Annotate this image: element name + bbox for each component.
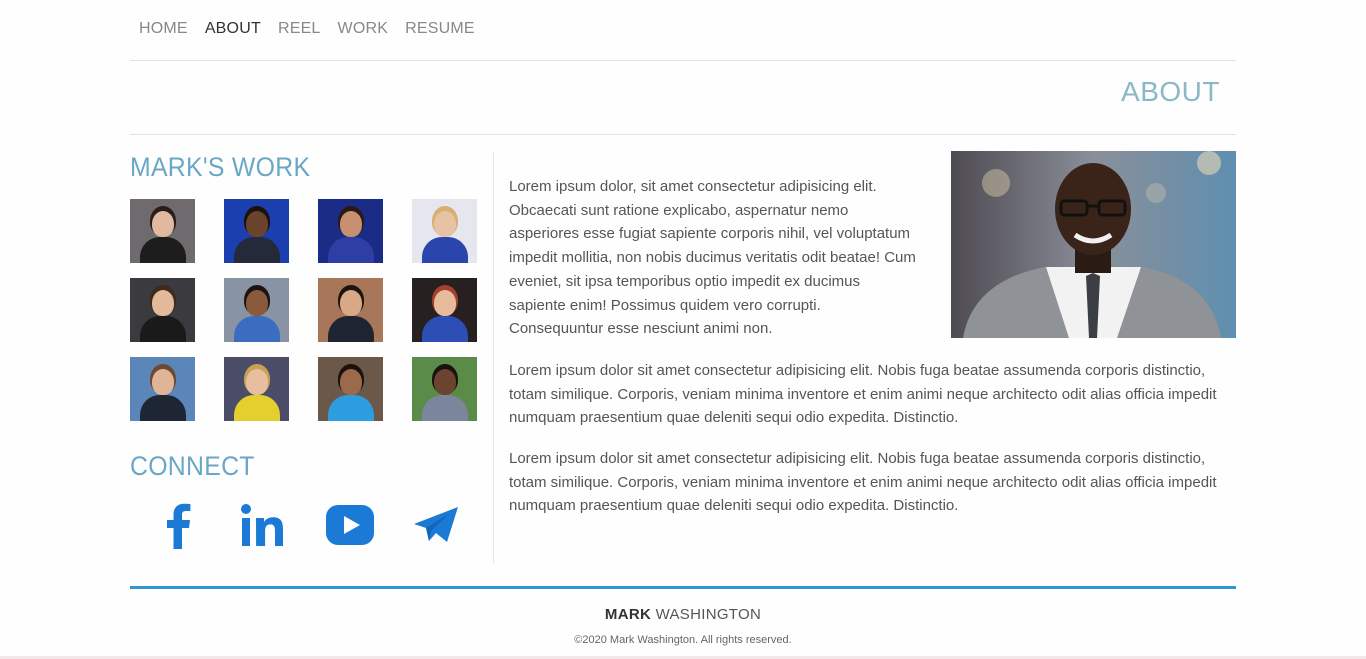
telegram-icon[interactable] xyxy=(408,500,464,550)
footer-copyright: ©2020 Mark Washington. All rights reserv… xyxy=(574,634,792,646)
work-thumbnail[interactable] xyxy=(130,357,195,421)
work-thumbnail[interactable] xyxy=(318,357,383,421)
thumbnail-outfit xyxy=(421,395,468,421)
work-thumbnail[interactable] xyxy=(224,199,289,263)
work-thumbnail[interactable] xyxy=(130,199,195,263)
linkedin-icon[interactable] xyxy=(236,500,292,550)
thumbnail-outfit xyxy=(139,237,186,263)
thumbnail-face xyxy=(339,290,362,316)
thumbnail-outfit xyxy=(327,395,374,421)
work-thumbnail[interactable] xyxy=(412,278,477,342)
thumbnail-face xyxy=(433,290,456,316)
nav-divider xyxy=(130,60,1236,61)
thumbnail-outfit xyxy=(327,316,374,342)
thumbnail-outfit xyxy=(327,237,374,263)
thumbnail-face xyxy=(151,369,174,395)
work-thumbnail[interactable] xyxy=(130,278,195,342)
work-thumbnail[interactable] xyxy=(224,278,289,342)
nav-work[interactable]: WORK xyxy=(338,20,389,38)
work-thumbnail[interactable] xyxy=(318,199,383,263)
thumbnail-face xyxy=(339,211,362,237)
thumbnail-outfit xyxy=(233,395,280,421)
work-thumbnail-grid xyxy=(130,199,477,421)
social-links xyxy=(150,500,464,550)
heading-divider xyxy=(130,134,1236,135)
thumbnail-face xyxy=(339,369,362,395)
thumbnail-outfit xyxy=(421,237,468,263)
thumbnail-face xyxy=(245,369,268,395)
work-thumbnail[interactable] xyxy=(412,199,477,263)
nav-about[interactable]: ABOUT xyxy=(205,20,261,38)
work-title: MARK'S WORK xyxy=(130,152,311,182)
thumbnail-outfit xyxy=(139,395,186,421)
nav-home[interactable]: HOME xyxy=(139,20,188,38)
about-paragraph-2: Lorem ipsum dolor sit amet consectetur a… xyxy=(509,362,1217,427)
column-divider xyxy=(493,152,494,563)
about-paragraph-1: Lorem ipsum dolor, sit amet consectetur … xyxy=(509,178,916,338)
thumbnail-outfit xyxy=(233,316,280,342)
thumbnail-face xyxy=(245,290,268,316)
thumbnail-outfit xyxy=(421,316,468,342)
thumbnail-face xyxy=(433,369,456,395)
thumbnail-outfit xyxy=(233,237,280,263)
facebook-icon[interactable] xyxy=(150,500,206,550)
footer-divider xyxy=(130,586,1236,589)
thumbnail-face xyxy=(151,211,174,237)
thumbnail-face xyxy=(151,290,174,316)
footer-site-name: MARK WASHINGTON xyxy=(0,606,1366,623)
main-nav: HOME ABOUT REEL WORK RESUME xyxy=(139,20,475,38)
about-paragraph-3: Lorem ipsum dolor sit amet consectetur a… xyxy=(509,450,1217,515)
footer-first-name: MARK xyxy=(604,606,652,623)
footer-last-name: WASHINGTON xyxy=(651,606,762,623)
thumbnail-face xyxy=(433,211,456,237)
work-thumbnail[interactable] xyxy=(318,278,383,342)
thumbnail-outfit xyxy=(139,316,186,342)
youtube-icon[interactable] xyxy=(322,500,378,550)
profile-portrait xyxy=(951,151,1236,338)
work-thumbnail[interactable] xyxy=(224,357,289,421)
nav-resume[interactable]: RESUME xyxy=(405,20,475,38)
thumbnail-face xyxy=(245,211,268,237)
page: HOME ABOUT REEL WORK RESUME ABOUT MARK'S… xyxy=(0,0,1366,659)
connect-title: CONNECT xyxy=(130,451,255,481)
page-title: ABOUT xyxy=(1121,76,1220,107)
nav-reel[interactable]: REEL xyxy=(278,20,321,38)
work-thumbnail[interactable] xyxy=(412,357,477,421)
